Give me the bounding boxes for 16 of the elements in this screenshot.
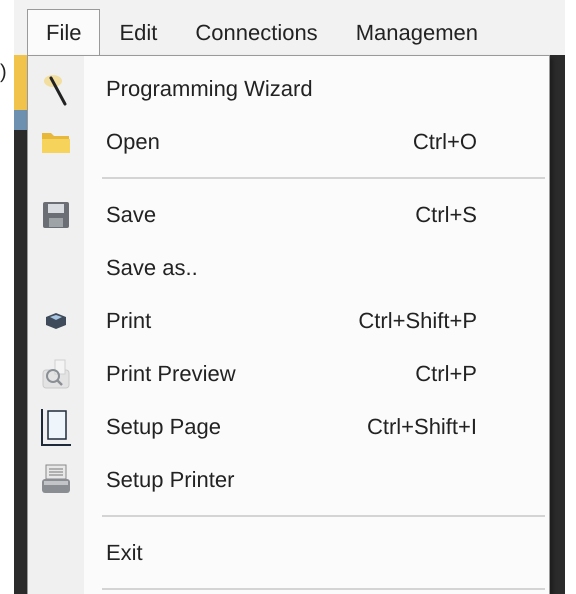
menu-bar-item[interactable]: File xyxy=(27,9,100,55)
menu-item[interactable]: Save as.. xyxy=(28,241,549,294)
edge-text: ) xyxy=(0,62,7,82)
print-preview-icon xyxy=(41,358,71,390)
menu-item[interactable]: Setup Page Ctrl+Shift+I xyxy=(28,400,549,453)
menu-item[interactable]: Save Ctrl+S xyxy=(28,188,549,241)
menu-item[interactable]: Programming Wizard xyxy=(28,62,549,115)
menu-item[interactable]: Open Ctrl+O xyxy=(28,115,549,168)
menu-item[interactable]: Setup Printer xyxy=(28,453,549,506)
menu-item[interactable]: Exit xyxy=(28,526,549,579)
menu-bar-item[interactable]: Edit xyxy=(100,9,176,55)
menu-bar-item[interactable]: Managemen xyxy=(336,9,497,55)
menu-item[interactable]: Print Ctrl+Shift+P xyxy=(28,294,549,347)
menu-item[interactable]: Print Preview Ctrl+P xyxy=(28,347,549,400)
page-icon xyxy=(40,406,72,446)
menu-bar-item[interactable]: Connections xyxy=(176,9,337,55)
